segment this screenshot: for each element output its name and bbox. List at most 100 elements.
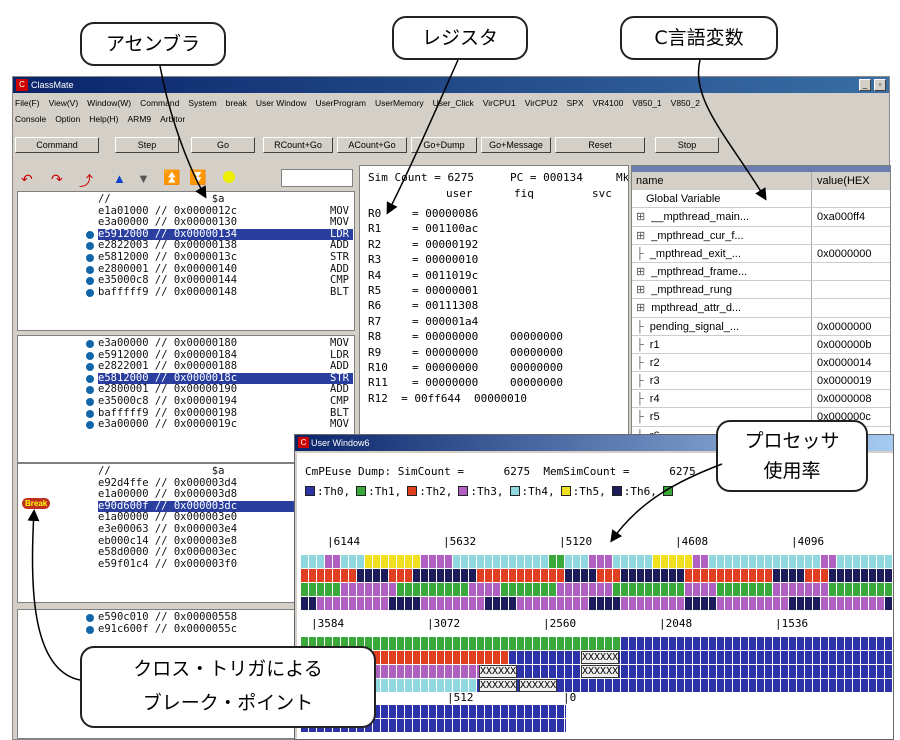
breakpoint-icon[interactable] [86,614,94,622]
instruction-opcode: e92d4ffe [98,476,149,489]
variable-row[interactable]: ⊞ _mpthread_cur_f... [632,226,890,245]
expand-icon[interactable]: ⊞ [636,211,645,223]
breakpoint-icon[interactable] [86,397,94,406]
breakpoint-icon[interactable] [86,409,94,418]
breakpoint-icon[interactable] [86,230,94,239]
variable-name: ├ pending_signal_... [632,317,812,335]
arrow-up-icon[interactable]: ▲ [113,171,126,186]
step-over-icon[interactable]: ↷ [51,171,63,188]
disasm-row[interactable]: e59f01c4 // 0x000003f0 [98,558,298,571]
register-value: = 00000086 [412,207,479,220]
expand-icon[interactable]: ⊞ [636,266,645,278]
menu-item[interactable]: SPX [567,98,584,108]
breakpoint-icon[interactable] [86,265,94,274]
breakpoint-icon[interactable] [86,288,94,297]
toolbar-button-reset[interactable]: Reset [555,137,645,153]
expand-icon[interactable]: ⊞ [636,284,645,296]
breakpoint-icon[interactable] [86,374,94,383]
toolbar-button-acount-go[interactable]: ACount+Go [337,137,407,153]
breakpoint-icon[interactable] [86,363,94,372]
menu-item[interactable]: ARM9 [128,114,152,124]
menu-item[interactable]: VirCPU2 [525,98,558,108]
toolbar-button-stop[interactable]: Stop [655,137,719,153]
usage-cell [421,719,429,732]
menu-item[interactable]: Arbitor [160,114,185,124]
variable-row[interactable]: ├ r2 0x0000014 [632,353,890,373]
col-name[interactable]: name [632,172,812,190]
disasm-row[interactable]: bafffff9 // 0x00000148 BLT [86,285,353,299]
breakpoint-icon[interactable] [86,386,94,395]
menu-item[interactable]: Option [55,114,80,124]
menu-item[interactable]: User_Click [433,98,474,108]
usage-cell [461,705,469,718]
expand-icon[interactable]: ⊞ [636,230,645,242]
instruction-opcode: bafffff9 [98,285,149,298]
page-down-icon[interactable]: ⏬ [189,169,206,186]
usage-cell [765,597,773,610]
variable-name: ⊞ _mpthread_cur_f... [632,226,812,244]
run-indicator-icon[interactable] [223,171,235,183]
toolbar-button-command[interactable]: Command [15,137,99,153]
disasm-row[interactable]: e3a00000 // 0x0000019c MOV [86,418,353,431]
step-out-icon[interactable]: ⤴ [79,171,93,191]
instruction-opcode: e1a00000 [98,511,149,524]
menu-item[interactable]: V850_2 [671,98,700,108]
minimize-icon[interactable]: _ [859,79,871,91]
variable-row[interactable]: ⊞ _mpthread_frame... [632,262,890,282]
menu-item[interactable]: System [188,98,216,108]
menu-item[interactable]: VR4100 [593,98,624,108]
variable-row[interactable]: ├ r3 0x0000019 [632,372,890,391]
breakpoint-icon[interactable] [86,340,94,348]
variable-row[interactable]: ⊞ _mpthread_rung [632,281,890,300]
usage-cell [405,569,413,582]
toolbar-button-go-dump[interactable]: Go+Dump [411,137,477,153]
maximize-icon[interactable]: ▫ [874,79,886,91]
address-input[interactable] [281,169,353,187]
menu-item[interactable]: V850_1 [632,98,661,108]
time-tick-label: |2560 [543,617,577,630]
usage-cell [413,637,421,650]
register-name: R5 [368,283,382,297]
arrow-down-icon[interactable]: ▼ [137,171,150,186]
menu-item[interactable]: UserProgram [315,98,366,108]
variable-row[interactable]: ├ pending_signal_... 0x0000000 [632,317,890,336]
menu-item[interactable]: Window(W) [87,98,131,108]
toolbar-button-go[interactable]: Go [191,137,255,153]
global-variable-row[interactable]: Global Variable [632,190,890,209]
menu-item[interactable]: User Window [256,98,307,108]
breakpoint-icon[interactable] [86,421,94,430]
menu-item[interactable]: View(V) [49,98,79,108]
breakpoint-icon[interactable] [86,625,94,634]
variable-row[interactable]: ├ _mpthread_exit_... 0x0000000 [632,244,890,263]
menu-item[interactable]: Command [140,98,179,108]
usage-cell [701,651,709,664]
menu-item[interactable]: break [226,98,247,108]
toolbar-button-go-message[interactable]: Go+Message [481,137,551,153]
variable-row[interactable]: ├ r4 0x0000008 [632,390,890,409]
instruction-address: // 0x0000013c [148,250,238,263]
toolbar-button-rcount-go[interactable]: RCount+Go [263,137,333,153]
menu-item[interactable]: UserMemory [375,98,424,108]
usage-cell [509,555,517,568]
breakpoint-icon[interactable] [86,351,94,360]
variable-row[interactable]: ⊞ mpthread_attr_d... [632,299,890,318]
col-value[interactable]: value(HEX [813,172,890,189]
disasm-row[interactable]: e91c600f // 0x0000055c [86,623,298,636]
usage-cell [653,555,661,568]
variable-row[interactable]: ⊞ __mpthread_main... 0xa000ff4 [632,208,890,227]
expand-icon[interactable]: ⊞ [636,302,645,314]
toolbar-button-step[interactable]: Step [115,137,179,153]
menu-item[interactable]: File(F) [15,98,40,108]
disasm-pane-1: // $a e1a01000 // 0x0000012c MOV e3a00000 /… [17,191,355,331]
page-up-icon[interactable]: ⏫ [163,169,180,186]
menu-item[interactable]: VirCPU1 [483,98,516,108]
menu-item[interactable]: Help(H) [89,114,118,124]
breakpoint-icon[interactable] [86,253,94,262]
usage-cell [397,597,405,610]
step-back-icon[interactable]: ↶ [21,171,33,188]
register-row: R1 = 001100ac [368,221,628,236]
break-marker[interactable]: Break [22,498,51,509]
variable-row[interactable]: ├ r1 0x000000b [632,335,890,354]
menu-item[interactable]: Console [15,114,46,124]
usage-cell [573,679,581,692]
